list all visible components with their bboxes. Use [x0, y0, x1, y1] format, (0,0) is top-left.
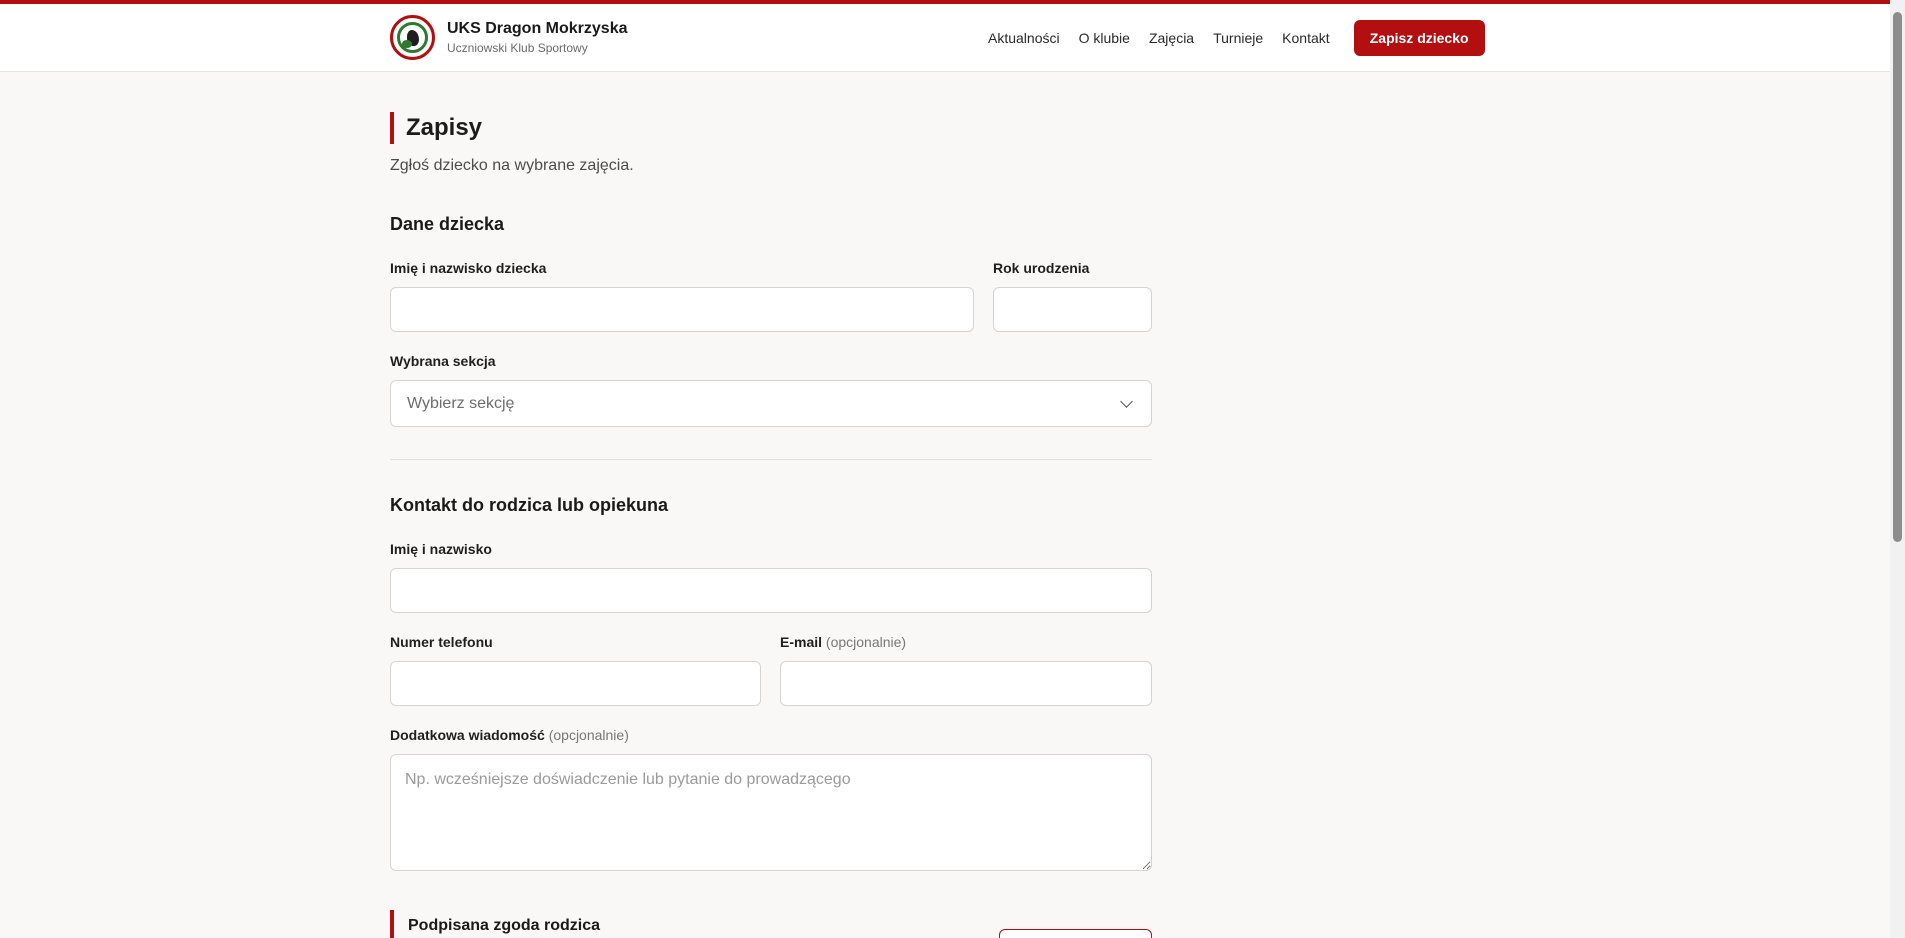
message-label-text: Dodatkowa wiadomość [390, 727, 545, 743]
section-select-label: Wybrana sekcja [390, 353, 496, 369]
message-optional-note: (opcjonalnie) [548, 727, 629, 743]
phone-input[interactable] [390, 661, 761, 706]
nav-link-turnieje[interactable]: Turnieje [1213, 20, 1263, 56]
page-title: Zapisy [390, 112, 482, 144]
enroll-child-button[interactable]: Zapisz dziecko [1353, 20, 1485, 56]
parent-section-title: Kontakt do rodzica lub opiekuna [390, 495, 669, 515]
phone-label: Numer telefonu [390, 634, 493, 650]
brand-text: UKS Dragon Mokrzyska Uczniowski Klub Spo… [447, 19, 628, 56]
message-textarea[interactable] [390, 754, 1152, 871]
message-label: Dodatkowa wiadomość (opcjonalnie) [390, 727, 629, 743]
child-name-label: Imię i nazwisko dziecka [390, 260, 547, 276]
child-name-input[interactable] [390, 287, 974, 332]
brand-subtitle: Uczniowski Klub Sportowy [447, 41, 588, 55]
nav-link-o-klubie[interactable]: O klubie [1079, 20, 1130, 56]
club-logo [390, 15, 435, 60]
brand[interactable]: UKS Dragon Mokrzyska Uczniowski Klub Spo… [390, 15, 628, 60]
nav-link-zajecia[interactable]: Zajęcia [1149, 20, 1194, 56]
email-optional-note: (opcjonalnie) [825, 634, 907, 650]
main-nav: Aktualności O klubie Zajęcia Turnieje Ko… [988, 20, 1485, 56]
birth-year-input[interactable] [993, 287, 1152, 332]
consent-accent-bar [390, 910, 394, 938]
nav-link-kontakt[interactable]: Kontakt [1282, 20, 1329, 56]
email-input[interactable] [780, 661, 1152, 706]
chevron-down-icon [1120, 395, 1133, 408]
section-select-value: Wybierz sekcję [407, 395, 515, 412]
section-divider [390, 459, 1152, 460]
scrollbar-thumb[interactable] [1893, 12, 1902, 542]
email-label-text: E-mail [780, 634, 823, 650]
parent-name-label: Imię i nazwisko [390, 541, 492, 557]
page-subtitle: Zgłoś dziecko na wybrane zajęcia. [390, 157, 634, 174]
parent-name-input[interactable] [390, 568, 1152, 613]
consent-upload-button[interactable] [999, 929, 1152, 938]
section-select[interactable]: Wybierz sekcję [390, 380, 1152, 427]
site-header: UKS Dragon Mokrzyska Uczniowski Klub Spo… [0, 4, 1890, 72]
nav-link-aktualnosci[interactable]: Aktualności [988, 20, 1060, 56]
birth-year-label: Rok urodzenia [993, 260, 1090, 276]
brand-title: UKS Dragon Mokrzyska [447, 20, 628, 37]
child-section-title: Dane dziecka [390, 214, 505, 234]
email-label: E-mail (opcjonalnie) [780, 634, 906, 650]
consent-title: Podpisana zgoda rodzica [408, 917, 601, 934]
